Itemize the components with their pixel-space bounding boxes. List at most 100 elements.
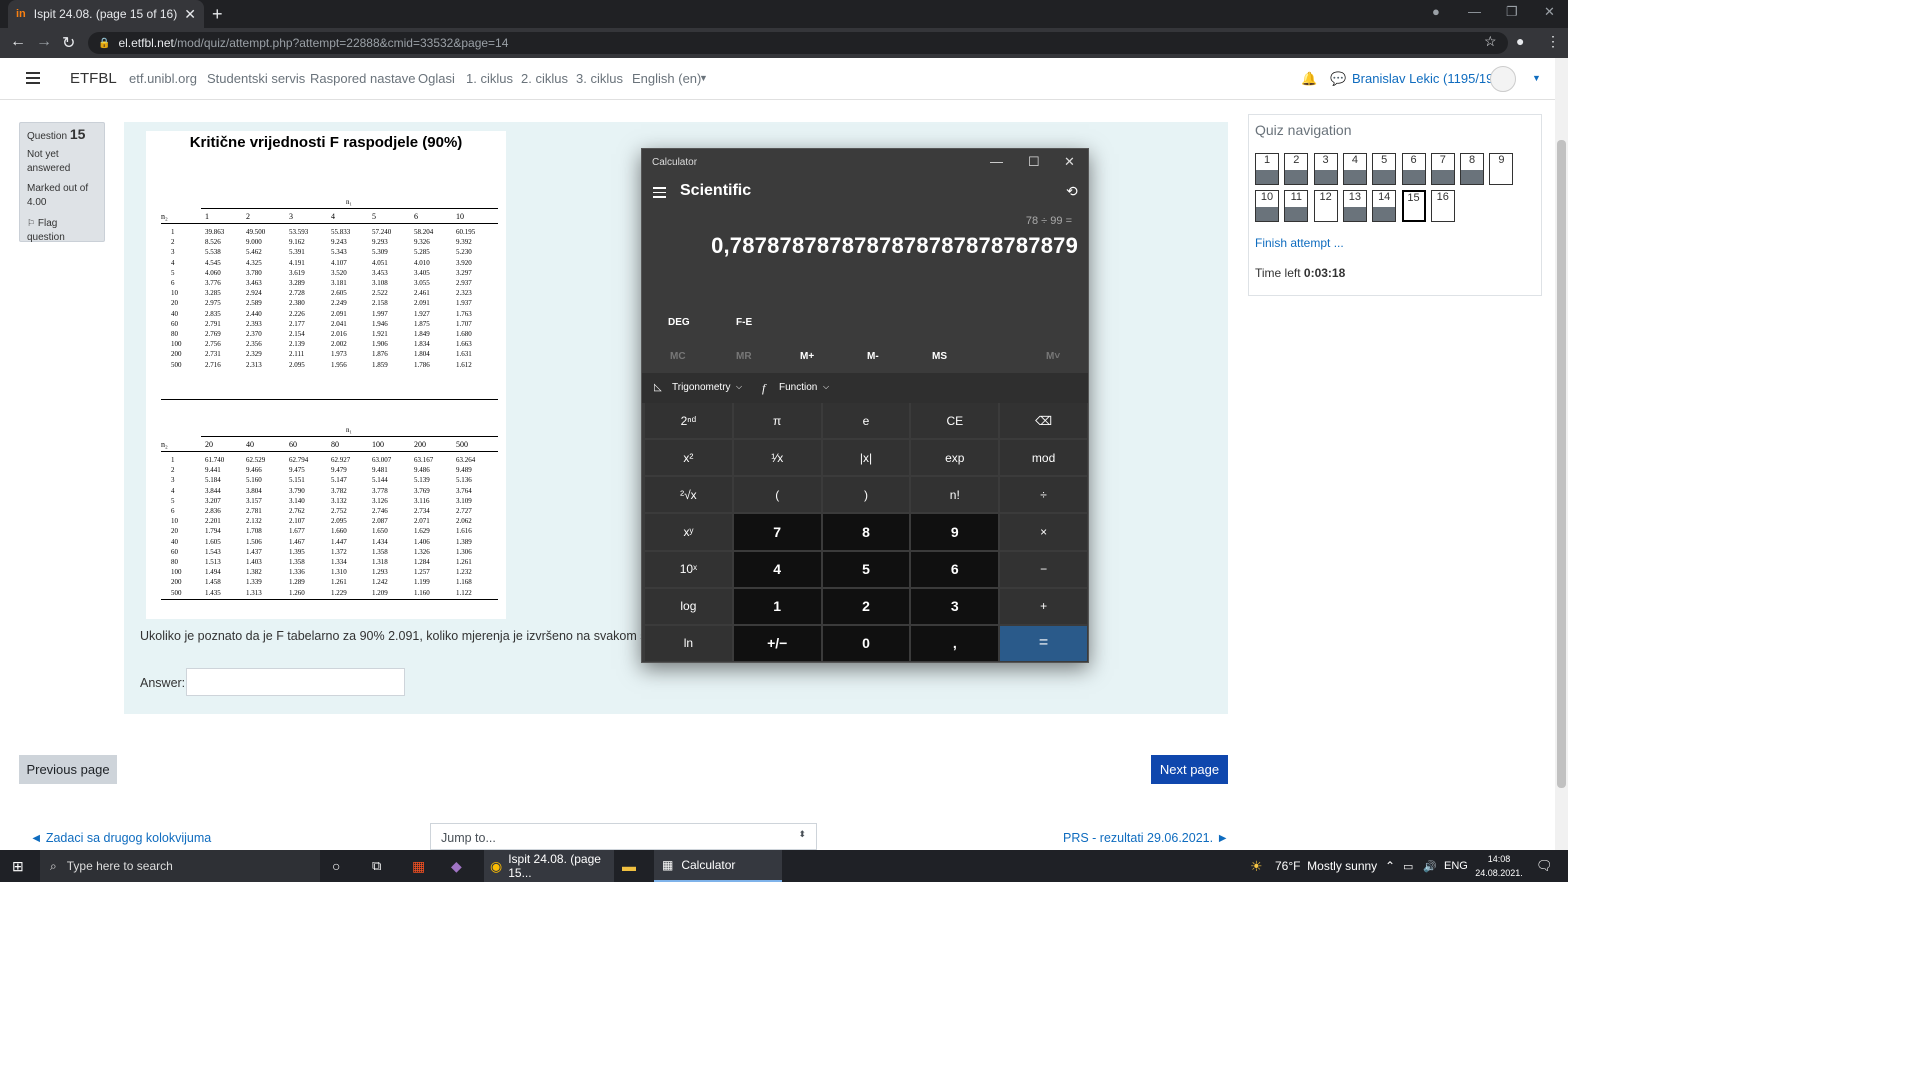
log-button[interactable]: log <box>645 588 732 624</box>
multiply-button[interactable]: × <box>1000 514 1087 550</box>
restore-icon[interactable]: ❐ <box>1506 4 1518 20</box>
calc-maximize-icon[interactable]: ☐ <box>1028 154 1040 170</box>
three-button[interactable]: 3 <box>911 588 999 624</box>
equals-button[interactable]: = <box>1000 625 1087 661</box>
previous-page-button[interactable]: Previous page <box>19 755 117 784</box>
menu-icon[interactable] <box>26 72 40 87</box>
reciprocal-button[interactable]: ¹⁄x <box>733 440 821 476</box>
e-button[interactable]: e <box>822 403 910 439</box>
site-brand[interactable]: ETFBL <box>70 70 117 87</box>
history-icon[interactable]: ⟲ <box>1066 183 1078 200</box>
m-plus-button[interactable]: M+ <box>800 351 814 362</box>
file-explorer-icon[interactable]: ▬ <box>622 850 636 882</box>
six-button[interactable]: 6 <box>911 551 999 587</box>
jump-to-select[interactable]: Jump to... ⬍ <box>430 823 817 850</box>
ln-button[interactable]: ln <box>645 625 732 661</box>
fe-button[interactable]: F-E <box>736 317 752 328</box>
forward-icon[interactable]: → <box>36 33 52 51</box>
notification-center-icon[interactable]: 🗨 <box>1536 850 1553 882</box>
seven-button[interactable]: 7 <box>733 514 821 550</box>
messages-icon[interactable]: 💬 <box>1330 71 1346 87</box>
zero-button[interactable]: 0 <box>822 625 910 661</box>
eight-button[interactable]: 8 <box>822 514 910 550</box>
quiz-nav-button-1[interactable]: 1 <box>1255 153 1279 185</box>
ten-power-button[interactable]: 10ˣ <box>645 551 732 587</box>
second-button[interactable]: 2ⁿᵈ <box>645 403 732 439</box>
trigonometry-menu[interactable]: Trigonometry <box>672 382 731 393</box>
user-chevron-icon[interactable]: ▼ <box>1532 73 1541 83</box>
mod-button[interactable]: mod <box>1000 440 1087 476</box>
quiz-nav-button-3[interactable]: 3 <box>1313 153 1338 185</box>
power-button[interactable]: xʸ <box>645 514 732 550</box>
one-button[interactable]: 1 <box>733 588 821 624</box>
back-icon[interactable]: ← <box>10 33 26 51</box>
quiz-nav-button-13[interactable]: 13 <box>1342 190 1367 222</box>
minus-button[interactable]: − <box>1000 551 1087 587</box>
mc-button[interactable]: MC <box>670 351 686 362</box>
user-menu[interactable]: Branislav Lekic (1195/19) <box>1352 71 1498 86</box>
profile-download-icon[interactable]: ● <box>1432 4 1440 19</box>
decimal-button[interactable]: , <box>911 625 999 661</box>
mr-button[interactable]: MR <box>736 351 752 362</box>
m-minus-button[interactable]: M- <box>867 351 879 362</box>
bookmark-star-icon[interactable]: ☆ <box>1484 33 1497 50</box>
quiz-nav-button-11[interactable]: 11 <box>1284 190 1309 222</box>
input-language[interactable]: ENG <box>1444 850 1468 882</box>
nav-link-ciklus-1[interactable]: 1. ciklus <box>466 71 513 86</box>
backspace-button[interactable]: ⌫ <box>1000 403 1087 439</box>
taskbar-clock[interactable]: 14:08 24.08.2021. <box>1474 850 1524 882</box>
nav-link-oglasi[interactable]: Oglasi <box>418 71 455 86</box>
quiz-nav-button-2[interactable]: 2 <box>1284 153 1309 185</box>
reload-icon[interactable]: ↻ <box>62 33 75 53</box>
quiz-nav-button-8[interactable]: 8 <box>1460 153 1485 185</box>
visual-studio-icon[interactable]: ◆ <box>451 850 462 882</box>
chrome-menu-icon[interactable]: ⋮ <box>1546 33 1560 50</box>
cortana-icon[interactable]: ○ <box>332 850 340 882</box>
square-button[interactable]: x² <box>645 440 732 476</box>
factorial-button[interactable]: n! <box>911 477 999 513</box>
four-button[interactable]: 4 <box>733 551 821 587</box>
calc-close-icon[interactable]: ✕ <box>1064 154 1075 170</box>
taskbar-weather[interactable]: 76°F Mostly sunny <box>1275 850 1377 882</box>
quiz-nav-button-14[interactable]: 14 <box>1372 190 1397 222</box>
memory-list-button[interactable]: M˅ <box>1046 351 1060 362</box>
page-scrollbar-thumb[interactable] <box>1557 140 1566 788</box>
nine-button[interactable]: 9 <box>911 514 999 550</box>
task-view-icon[interactable]: ⧉ <box>372 850 381 882</box>
ms-button[interactable]: MS <box>932 351 947 362</box>
windows-start-icon[interactable]: ⊞ <box>12 850 24 882</box>
plus-button[interactable]: + <box>1000 588 1087 624</box>
answer-input[interactable] <box>186 668 405 696</box>
quiz-nav-button-10[interactable]: 10 <box>1255 190 1279 222</box>
calc-minimize-icon[interactable]: — <box>990 154 1003 169</box>
nav-link-studentski-servis[interactable]: Studentski servis <box>207 71 305 86</box>
taskbar-calculator-app[interactable]: ▦ Calculator <box>654 850 782 882</box>
network-icon[interactable]: ▭ <box>1403 850 1413 882</box>
function-menu[interactable]: Function <box>779 382 817 393</box>
nav-link-raspored[interactable]: Raspored nastave <box>310 71 416 86</box>
taskbar-search[interactable]: ⌕ Type here to search <box>40 850 320 882</box>
quiz-nav-button-7[interactable]: 7 <box>1430 153 1455 185</box>
minimize-icon[interactable]: — <box>1468 4 1481 19</box>
taskbar-chrome-app[interactable]: ◉ Ispit 24.08. (page 15... <box>484 850 614 882</box>
finish-attempt-link[interactable]: Finish attempt ... <box>1255 236 1344 250</box>
quiz-nav-button-16[interactable]: 16 <box>1430 190 1455 222</box>
pi-button[interactable]: π <box>733 403 821 439</box>
next-page-button[interactable]: Next page <box>1151 755 1228 784</box>
nav-link-ciklus-2[interactable]: 2. ciklus <box>521 71 568 86</box>
close-tab-icon[interactable]: ✕ <box>184 6 196 23</box>
winrar-icon[interactable]: ▦ <box>412 850 425 882</box>
quiz-nav-button-15[interactable]: 15 <box>1401 190 1426 222</box>
profile-icon[interactable]: ● <box>1516 33 1524 49</box>
sqrt-button[interactable]: ²√x <box>645 477 732 513</box>
new-tab-button[interactable]: + <box>212 4 223 25</box>
browser-tab[interactable]: in Ispit 24.08. (page 15 of 16) ✕ <box>8 0 204 28</box>
quiz-nav-button-4[interactable]: 4 <box>1342 153 1367 185</box>
next-activity-link[interactable]: PRS - rezultati 29.06.2021. ► <box>1063 831 1229 845</box>
volume-icon[interactable]: 🔊 <box>1423 850 1437 882</box>
address-bar[interactable]: 🔒 el.etfbl.net/mod/quiz/attempt.php?atte… <box>88 32 1508 54</box>
open-paren-button[interactable]: ( <box>733 477 821 513</box>
five-button[interactable]: 5 <box>822 551 910 587</box>
quiz-nav-button-9[interactable]: 9 <box>1489 153 1514 185</box>
deg-button[interactable]: DEG <box>668 317 690 328</box>
